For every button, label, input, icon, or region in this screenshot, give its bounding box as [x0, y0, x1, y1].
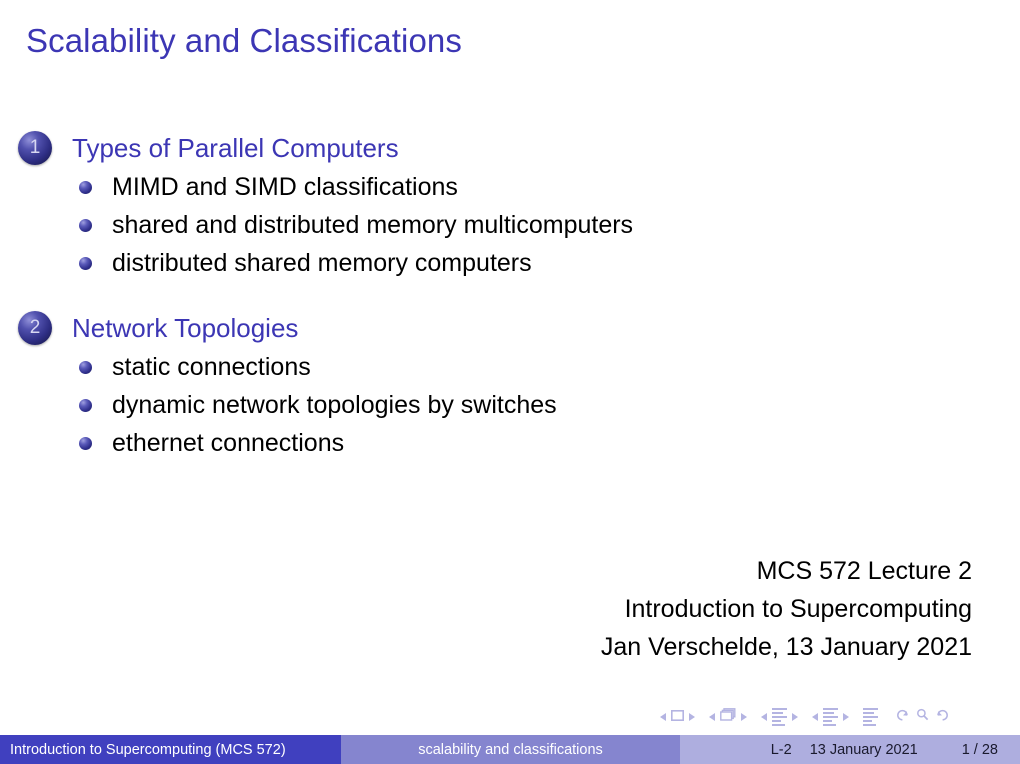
previous-frame-icon[interactable] — [709, 713, 715, 721]
section-title-1: Types of Parallel Computers — [72, 132, 399, 163]
bullet-sphere-icon — [79, 181, 92, 194]
list-item[interactable]: shared and distributed memory multicompu… — [0, 206, 1020, 244]
list-item-label: static connections — [112, 352, 311, 381]
list-item[interactable]: MIMD and SIMD classifications — [0, 168, 1020, 206]
footer-info-segment: L-2 13 January 2021 1 / 28 — [680, 735, 1020, 764]
next-section-icon[interactable] — [843, 713, 849, 721]
forward-icon[interactable] — [936, 708, 949, 726]
section-number-badge-2: 2 — [18, 311, 52, 345]
previous-section-icon[interactable] — [812, 713, 818, 721]
attribution-line-author: Jan Verschelde, 13 January 2021 — [600, 633, 972, 661]
section-number-badge-1: 1 — [18, 131, 52, 165]
section-nav-group — [812, 708, 849, 726]
section-title-2: Network Topologies — [72, 312, 299, 343]
document-nav-group — [863, 708, 878, 726]
previous-subsection-icon[interactable] — [761, 713, 767, 721]
list-item-label: dynamic network topologies by switches — [112, 390, 557, 419]
footer-lecture-label: L-2 — [770, 741, 792, 758]
document-icon[interactable] — [863, 708, 878, 726]
section-header-1[interactable]: 1 Types of Parallel Computers — [0, 128, 1020, 168]
attribution-line-lecture: MCS 572 Lecture 2 — [756, 557, 972, 585]
section-number-label-2: 2 — [29, 316, 41, 338]
history-nav-group — [896, 708, 949, 726]
section-items-1: MIMD and SIMD classifications shared and… — [0, 168, 1020, 282]
footer-subtitle-segment: scalability and classifications — [341, 735, 680, 764]
attribution-line-course: Introduction to Supercomputing — [624, 595, 972, 623]
find-icon[interactable] — [916, 708, 929, 726]
next-slide-icon[interactable] — [689, 713, 695, 721]
footer-author-label: Introduction to Supercomputing (MCS 572) — [10, 741, 286, 758]
list-item-label: distributed shared memory computers — [112, 248, 532, 277]
previous-slide-icon[interactable] — [660, 713, 666, 721]
slide-icon[interactable] — [671, 708, 684, 726]
footer-author-segment: Introduction to Supercomputing (MCS 572) — [0, 735, 341, 764]
footer-subtitle-label: scalability and classifications — [418, 741, 603, 758]
bullet-sphere-icon — [79, 361, 92, 374]
bullet-sphere-icon — [79, 219, 92, 232]
list-item-label: ethernet connections — [112, 428, 345, 457]
list-item[interactable]: dynamic network topologies by switches — [0, 386, 1020, 424]
beamer-navigation-symbols — [660, 704, 1006, 730]
list-item[interactable]: ethernet connections — [0, 424, 1020, 462]
footer-bar: Introduction to Supercomputing (MCS 572)… — [0, 735, 1020, 764]
bullet-sphere-icon — [79, 257, 92, 270]
list-item[interactable]: static connections — [0, 348, 1020, 386]
presentation-slide: Scalability and Classifications 1 Types … — [0, 0, 1020, 764]
outline-section-2: 2 Network Topologies static connections … — [0, 308, 1020, 462]
back-icon[interactable] — [896, 708, 909, 726]
bullet-sphere-icon — [79, 437, 92, 450]
frame-icon[interactable] — [720, 708, 736, 726]
section-number-label-1: 1 — [29, 136, 41, 158]
subsection-icon[interactable] — [772, 708, 787, 726]
subsection-nav-group — [761, 708, 798, 726]
bullet-sphere-icon — [79, 399, 92, 412]
frame-nav-group — [709, 708, 747, 726]
outline-body: 1 Types of Parallel Computers MIMD and S… — [0, 128, 1020, 488]
attribution-block: MCS 572 Lecture 2 Introduction to Superc… — [601, 552, 972, 666]
section-items-2: static connections dynamic network topol… — [0, 348, 1020, 462]
next-frame-icon[interactable] — [741, 713, 747, 721]
list-item[interactable]: distributed shared memory computers — [0, 244, 1020, 282]
section-icon[interactable] — [823, 708, 838, 726]
list-item-label: shared and distributed memory multicompu… — [112, 210, 634, 239]
outline-section-1: 1 Types of Parallel Computers MIMD and S… — [0, 128, 1020, 282]
page-title: Scalability and Classifications — [26, 22, 462, 59]
next-subsection-icon[interactable] — [792, 713, 798, 721]
section-header-2[interactable]: 2 Network Topologies — [0, 308, 1020, 348]
footer-date-label: 13 January 2021 — [809, 741, 918, 758]
slide-nav-group — [660, 708, 695, 726]
footer-page-number: 1 / 28 — [961, 741, 998, 758]
list-item-label: MIMD and SIMD classifications — [112, 172, 458, 201]
